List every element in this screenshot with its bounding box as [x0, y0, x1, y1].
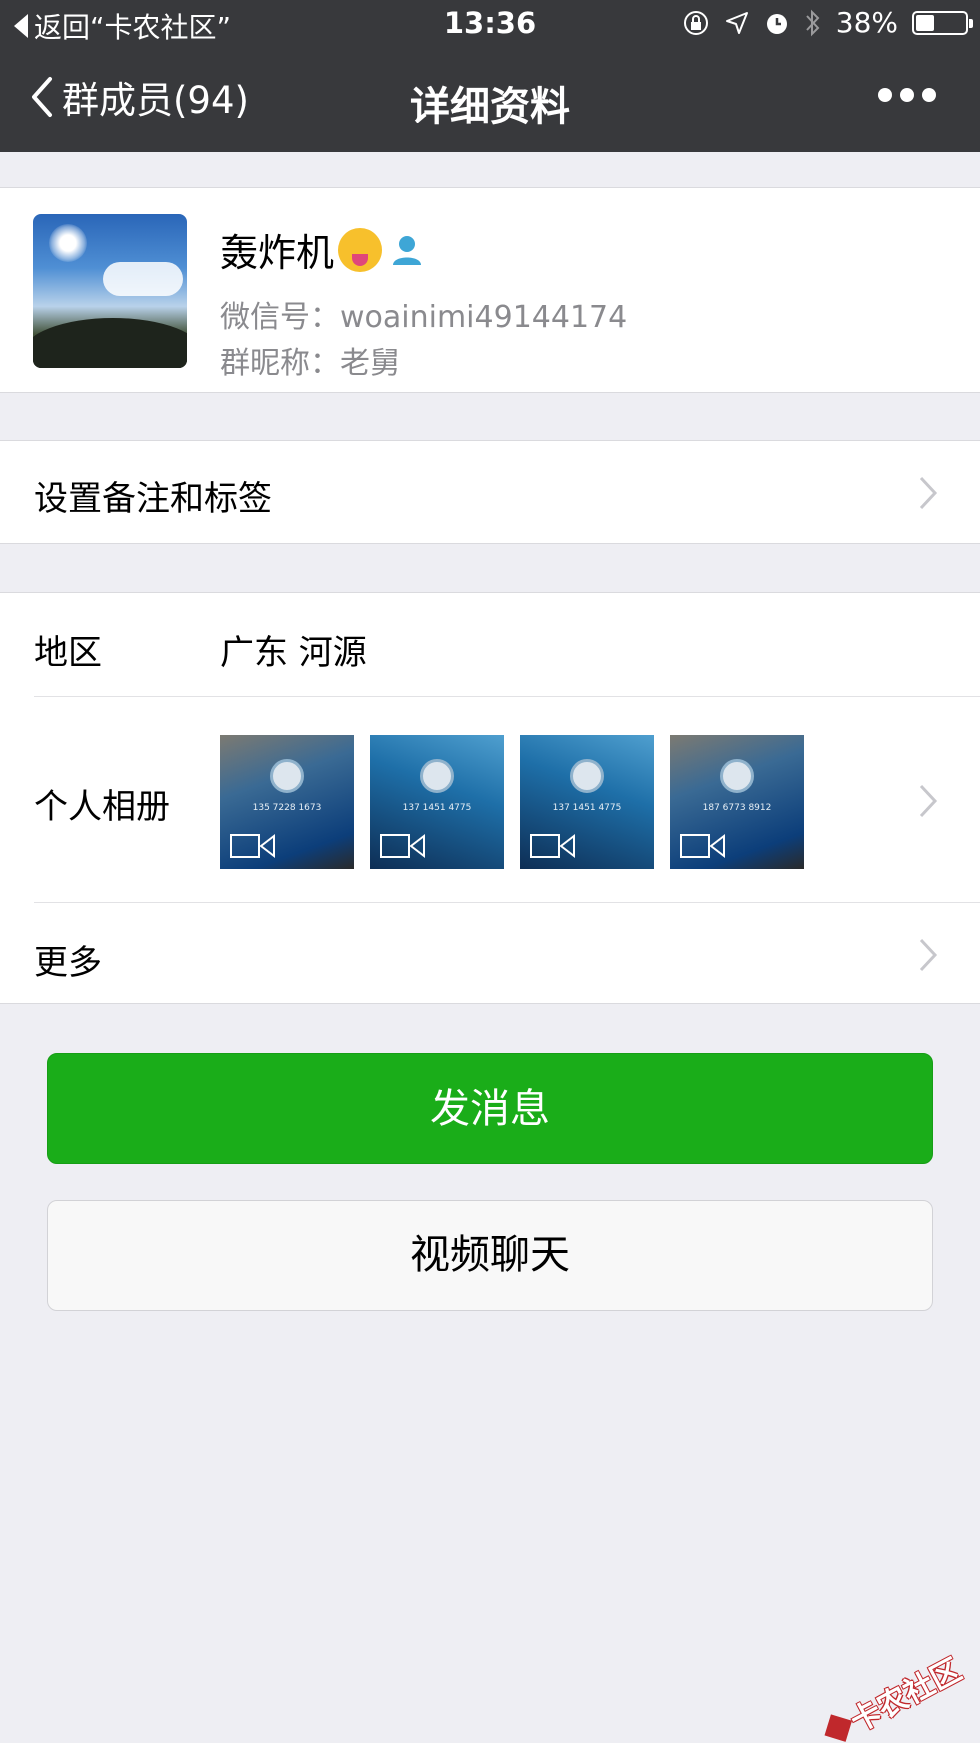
video-camera-icon	[530, 833, 575, 859]
video-camera-icon	[380, 833, 425, 859]
battery-percent: 38%	[835, 6, 898, 39]
status-icons: 38%	[682, 6, 973, 39]
thumbnail-number: 135 7228 1673	[252, 803, 322, 813]
chevron-right-icon	[919, 938, 938, 972]
page-title: 详细资料	[410, 84, 570, 130]
album-thumbnail[interactable]: 137 1451 4775	[520, 735, 654, 869]
personal-album-row[interactable]: 个人相册 135 7228 1673 137 1451 4775 137 145…	[34, 696, 980, 902]
album-label: 个人相册	[34, 787, 170, 827]
tongue-face-emoji-icon	[338, 227, 383, 272]
nav-bar: 群成员(94) 详细资料	[0, 48, 980, 152]
album-thumbnail[interactable]: 135 7228 1673	[220, 735, 354, 869]
status-bar: 返回“卡农社区” 13:36 38%	[0, 0, 980, 48]
remark-label: 设置备注和标签	[34, 479, 272, 519]
send-message-button[interactable]: 发消息	[47, 1053, 933, 1164]
group-nickname: 群昵称：老舅	[220, 346, 400, 381]
more-row[interactable]: 更多	[34, 902, 980, 1005]
battery-icon	[912, 10, 973, 35]
thumbnail-number: 137 1451 4775	[552, 803, 622, 813]
avatar-hill	[33, 318, 187, 368]
avatar-cloud	[103, 262, 183, 296]
orientation-lock-icon	[683, 10, 708, 35]
region-label: 地区	[34, 633, 102, 673]
person-icon	[393, 235, 422, 265]
album-thumbnails: 135 7228 1673 137 1451 4775 137 1451 477…	[220, 735, 804, 869]
more-options-button[interactable]	[878, 88, 936, 102]
profile-name: 轰炸机	[220, 231, 335, 275]
video-camera-icon	[230, 833, 275, 859]
avatar[interactable]	[33, 214, 187, 368]
dot-icon	[900, 88, 914, 102]
dot-icon	[922, 88, 936, 102]
contact-avatar-icon	[420, 759, 454, 793]
thumbnail-number: 187 6773 8912	[702, 803, 772, 813]
info-card: 地区 广东 河源 个人相册 135 7228 1673 137 1451 477…	[0, 592, 980, 1004]
bluetooth-icon	[806, 9, 820, 36]
thumbnail-number: 137 1451 4775	[402, 803, 472, 813]
region-value: 广东 河源	[220, 633, 367, 673]
watermark-logo-icon	[824, 1714, 852, 1742]
chevron-right-icon	[919, 476, 938, 510]
dot-icon	[878, 88, 892, 102]
more-label: 更多	[34, 943, 102, 983]
contact-avatar-icon	[720, 759, 754, 793]
region-row: 地区 广东 河源	[0, 593, 980, 696]
album-thumbnail[interactable]: 137 1451 4775	[370, 735, 504, 869]
album-thumbnail[interactable]: 187 6773 8912	[670, 735, 804, 869]
profile-card: 轰炸机 微信号：woainimi49144174 群昵称：老舅	[0, 187, 980, 393]
watermark: 卡农社区	[818, 1645, 968, 1743]
wechat-id: 微信号：woainimi49144174	[220, 300, 628, 335]
video-chat-button[interactable]: 视频聊天	[47, 1200, 933, 1311]
contact-avatar-icon	[270, 759, 304, 793]
video-camera-icon	[680, 833, 725, 859]
chevron-right-icon	[919, 784, 938, 818]
profile-name-row: 轰炸机	[220, 222, 424, 277]
location-arrow-icon	[725, 11, 748, 34]
set-remark-and-tags-row[interactable]: 设置备注和标签	[0, 440, 980, 544]
avatar-sun	[49, 224, 87, 262]
alarm-icon	[766, 13, 787, 34]
contact-avatar-icon	[570, 759, 604, 793]
watermark-text: 卡农社区	[844, 1652, 968, 1740]
